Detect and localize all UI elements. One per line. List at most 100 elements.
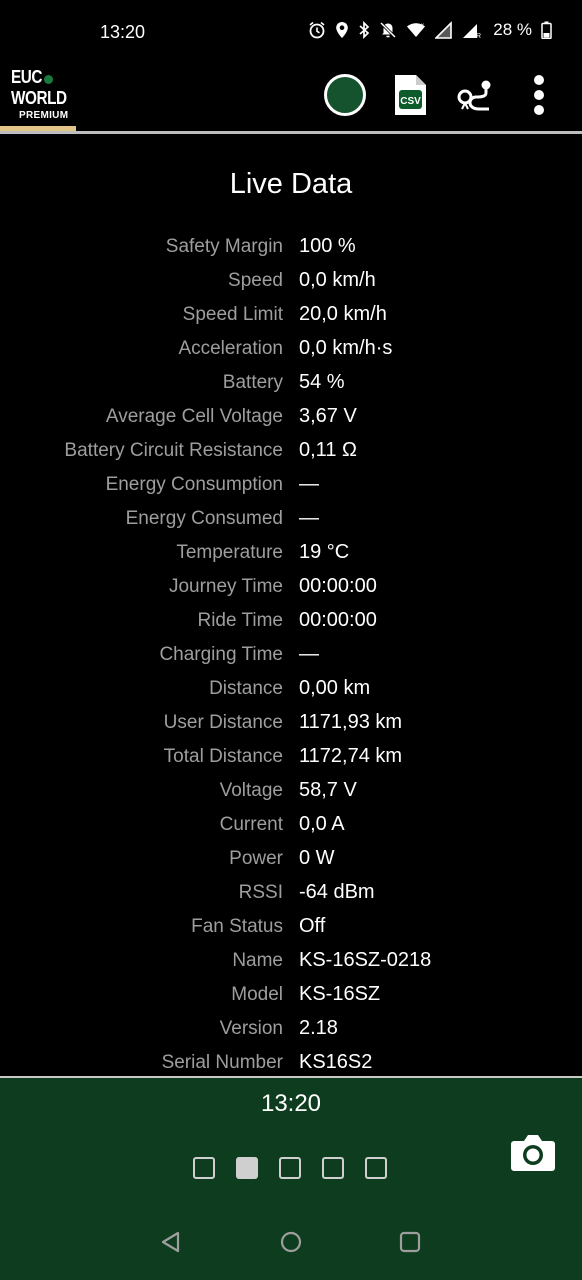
row-label: Temperature — [176, 542, 283, 563]
live-data-row: Name KS-16SZ-0218 — [0, 946, 582, 980]
live-data-row: Energy Consumption — — [0, 470, 582, 504]
svg-text:R: R — [476, 33, 481, 39]
live-data-row: Total Distance 1172,74 km — [0, 742, 582, 776]
row-label: RSSI — [238, 882, 283, 903]
row-value: KS-16SZ — [299, 983, 381, 1005]
row-value: 1171,93 km — [299, 711, 403, 733]
row-value: 0,11 Ω — [299, 439, 357, 461]
row-value: 19 °C — [299, 541, 350, 563]
live-data-row: Temperature 19 °C — [0, 538, 582, 572]
page-title: Live Data — [229, 168, 353, 200]
row-value: Off — [299, 915, 326, 937]
row-value: 0,0 km/h·s — [299, 337, 393, 359]
row-label: User Distance — [163, 712, 283, 733]
row-label: Voltage — [219, 780, 283, 801]
live-data-row: Speed Limit 20,0 km/h — [0, 300, 582, 334]
logo-premium-tag: PREMIUM — [19, 110, 69, 121]
row-value: 20,0 km/h — [299, 303, 387, 325]
euc-world-logo[interactable]: EUC WORLD PREMIUM — [0, 62, 76, 132]
row-value: KS16S2 — [299, 1051, 373, 1073]
live-data-row: Battery 54 % — [0, 368, 582, 402]
row-label: Charging Time — [159, 644, 283, 665]
bottom-panel: 13:20 — [0, 1076, 582, 1280]
live-data-row: Average Cell Voltage 3,67 V — [0, 402, 582, 436]
more-options-icon[interactable] — [528, 74, 550, 118]
page-indicator-dot[interactable] — [365, 1157, 387, 1179]
row-label: Current — [219, 814, 283, 835]
row-value: 3,67 V — [299, 405, 357, 427]
live-data-row: Serial Number KS16S2 — [0, 1048, 582, 1076]
back-icon[interactable] — [160, 1230, 182, 1254]
row-label: Distance — [209, 678, 283, 699]
row-label: Battery — [222, 372, 283, 393]
live-data-row: Speed 0,0 km/h — [0, 266, 582, 300]
row-value: 2.18 — [299, 1017, 338, 1039]
bluetooth-icon — [359, 21, 370, 39]
logo-dot — [44, 75, 53, 84]
row-value: -64 dBm — [299, 881, 375, 903]
row-value: KS-16SZ-0218 — [299, 949, 432, 971]
signal-r-icon: R — [463, 24, 481, 39]
live-data-row: Voltage 58,7 V — [0, 776, 582, 810]
status-bar: 13:20 x R 28 % — [0, 0, 582, 62]
row-label: Ride Time — [197, 610, 283, 631]
page-indicator-dot[interactable] — [193, 1157, 215, 1179]
row-value: 00:00:00 — [299, 575, 377, 597]
battery-icon — [541, 21, 552, 39]
location-icon — [336, 22, 349, 38]
live-data-list: Safety Margin 100 % Speed 0,0 km/h Speed Lim… — [0, 232, 582, 1076]
row-label: Energy Consumption — [105, 474, 283, 495]
live-data-row: Acceleration 0,0 km/h·s — [0, 334, 582, 368]
csv-export-icon[interactable]: CSV — [392, 73, 428, 117]
route-icon[interactable] — [456, 77, 494, 115]
row-value: 58,7 V — [299, 779, 357, 801]
live-data-row: Current 0,0 A — [0, 810, 582, 844]
wifi-icon: x — [407, 23, 426, 37]
recent-apps-icon[interactable] — [399, 1230, 421, 1254]
page-indicator-dot[interactable] — [279, 1157, 301, 1179]
logo-line-euc: EUC — [11, 67, 43, 87]
row-label: Name — [232, 950, 283, 971]
row-value: — — [299, 473, 319, 495]
live-data-row: Power 0 W — [0, 844, 582, 878]
row-label: Model — [231, 984, 283, 1005]
row-label: Average Cell Voltage — [105, 406, 283, 427]
row-label: Safety Margin — [165, 236, 283, 257]
status-time: 13:20 — [100, 22, 146, 42]
row-value: — — [299, 643, 319, 665]
svg-text:x: x — [421, 23, 424, 29]
page-indicator-dot[interactable] — [322, 1157, 344, 1179]
row-label: Acceleration — [178, 338, 283, 359]
status-icons: x R 28 % — [308, 20, 552, 40]
row-label: Serial Number — [161, 1052, 283, 1073]
camera-icon[interactable] — [510, 1132, 556, 1172]
live-data-row: Version 2.18 — [0, 1014, 582, 1048]
app-bar: EUC WORLD PREMIUM CSV — [0, 62, 582, 134]
home-icon[interactable] — [279, 1230, 303, 1254]
signal-x-icon — [435, 21, 453, 39]
row-label: Power — [229, 848, 283, 869]
live-data-row: Safety Margin 100 % — [0, 232, 582, 266]
row-label: Journey Time — [168, 576, 283, 597]
row-value: 00:00:00 — [299, 609, 377, 631]
row-value: — — [299, 507, 319, 529]
battery-percent: 28 % — [493, 20, 532, 39]
row-value: 1172,74 km — [299, 745, 403, 767]
live-data-row: Energy Consumed — — [0, 504, 582, 538]
live-data-row: Journey Time 00:00:00 — [0, 572, 582, 606]
live-data-row: Charging Time — — [0, 640, 582, 674]
connection-status-button[interactable] — [324, 74, 366, 116]
live-data-row: Model KS-16SZ — [0, 980, 582, 1014]
logo-line-world: WORLD — [11, 88, 67, 108]
bottom-divider — [0, 1076, 582, 1078]
live-data-row: Fan Status Off — [0, 912, 582, 946]
row-value: 100 % — [299, 235, 356, 257]
live-data-row: Ride Time 00:00:00 — [0, 606, 582, 640]
live-data-row: Battery Circuit Resistance 0,11 Ω — [0, 436, 582, 470]
alarm-icon — [309, 21, 325, 39]
page-indicator-dot[interactable] — [236, 1157, 258, 1179]
live-data-panel[interactable]: Live Data Safety Margin 100 % Speed 0,0 km/… — [0, 134, 582, 1076]
row-value: 0 W — [299, 847, 335, 869]
row-value: 0,0 km/h — [299, 269, 376, 291]
live-data-row: Distance 0,00 km — [0, 674, 582, 708]
